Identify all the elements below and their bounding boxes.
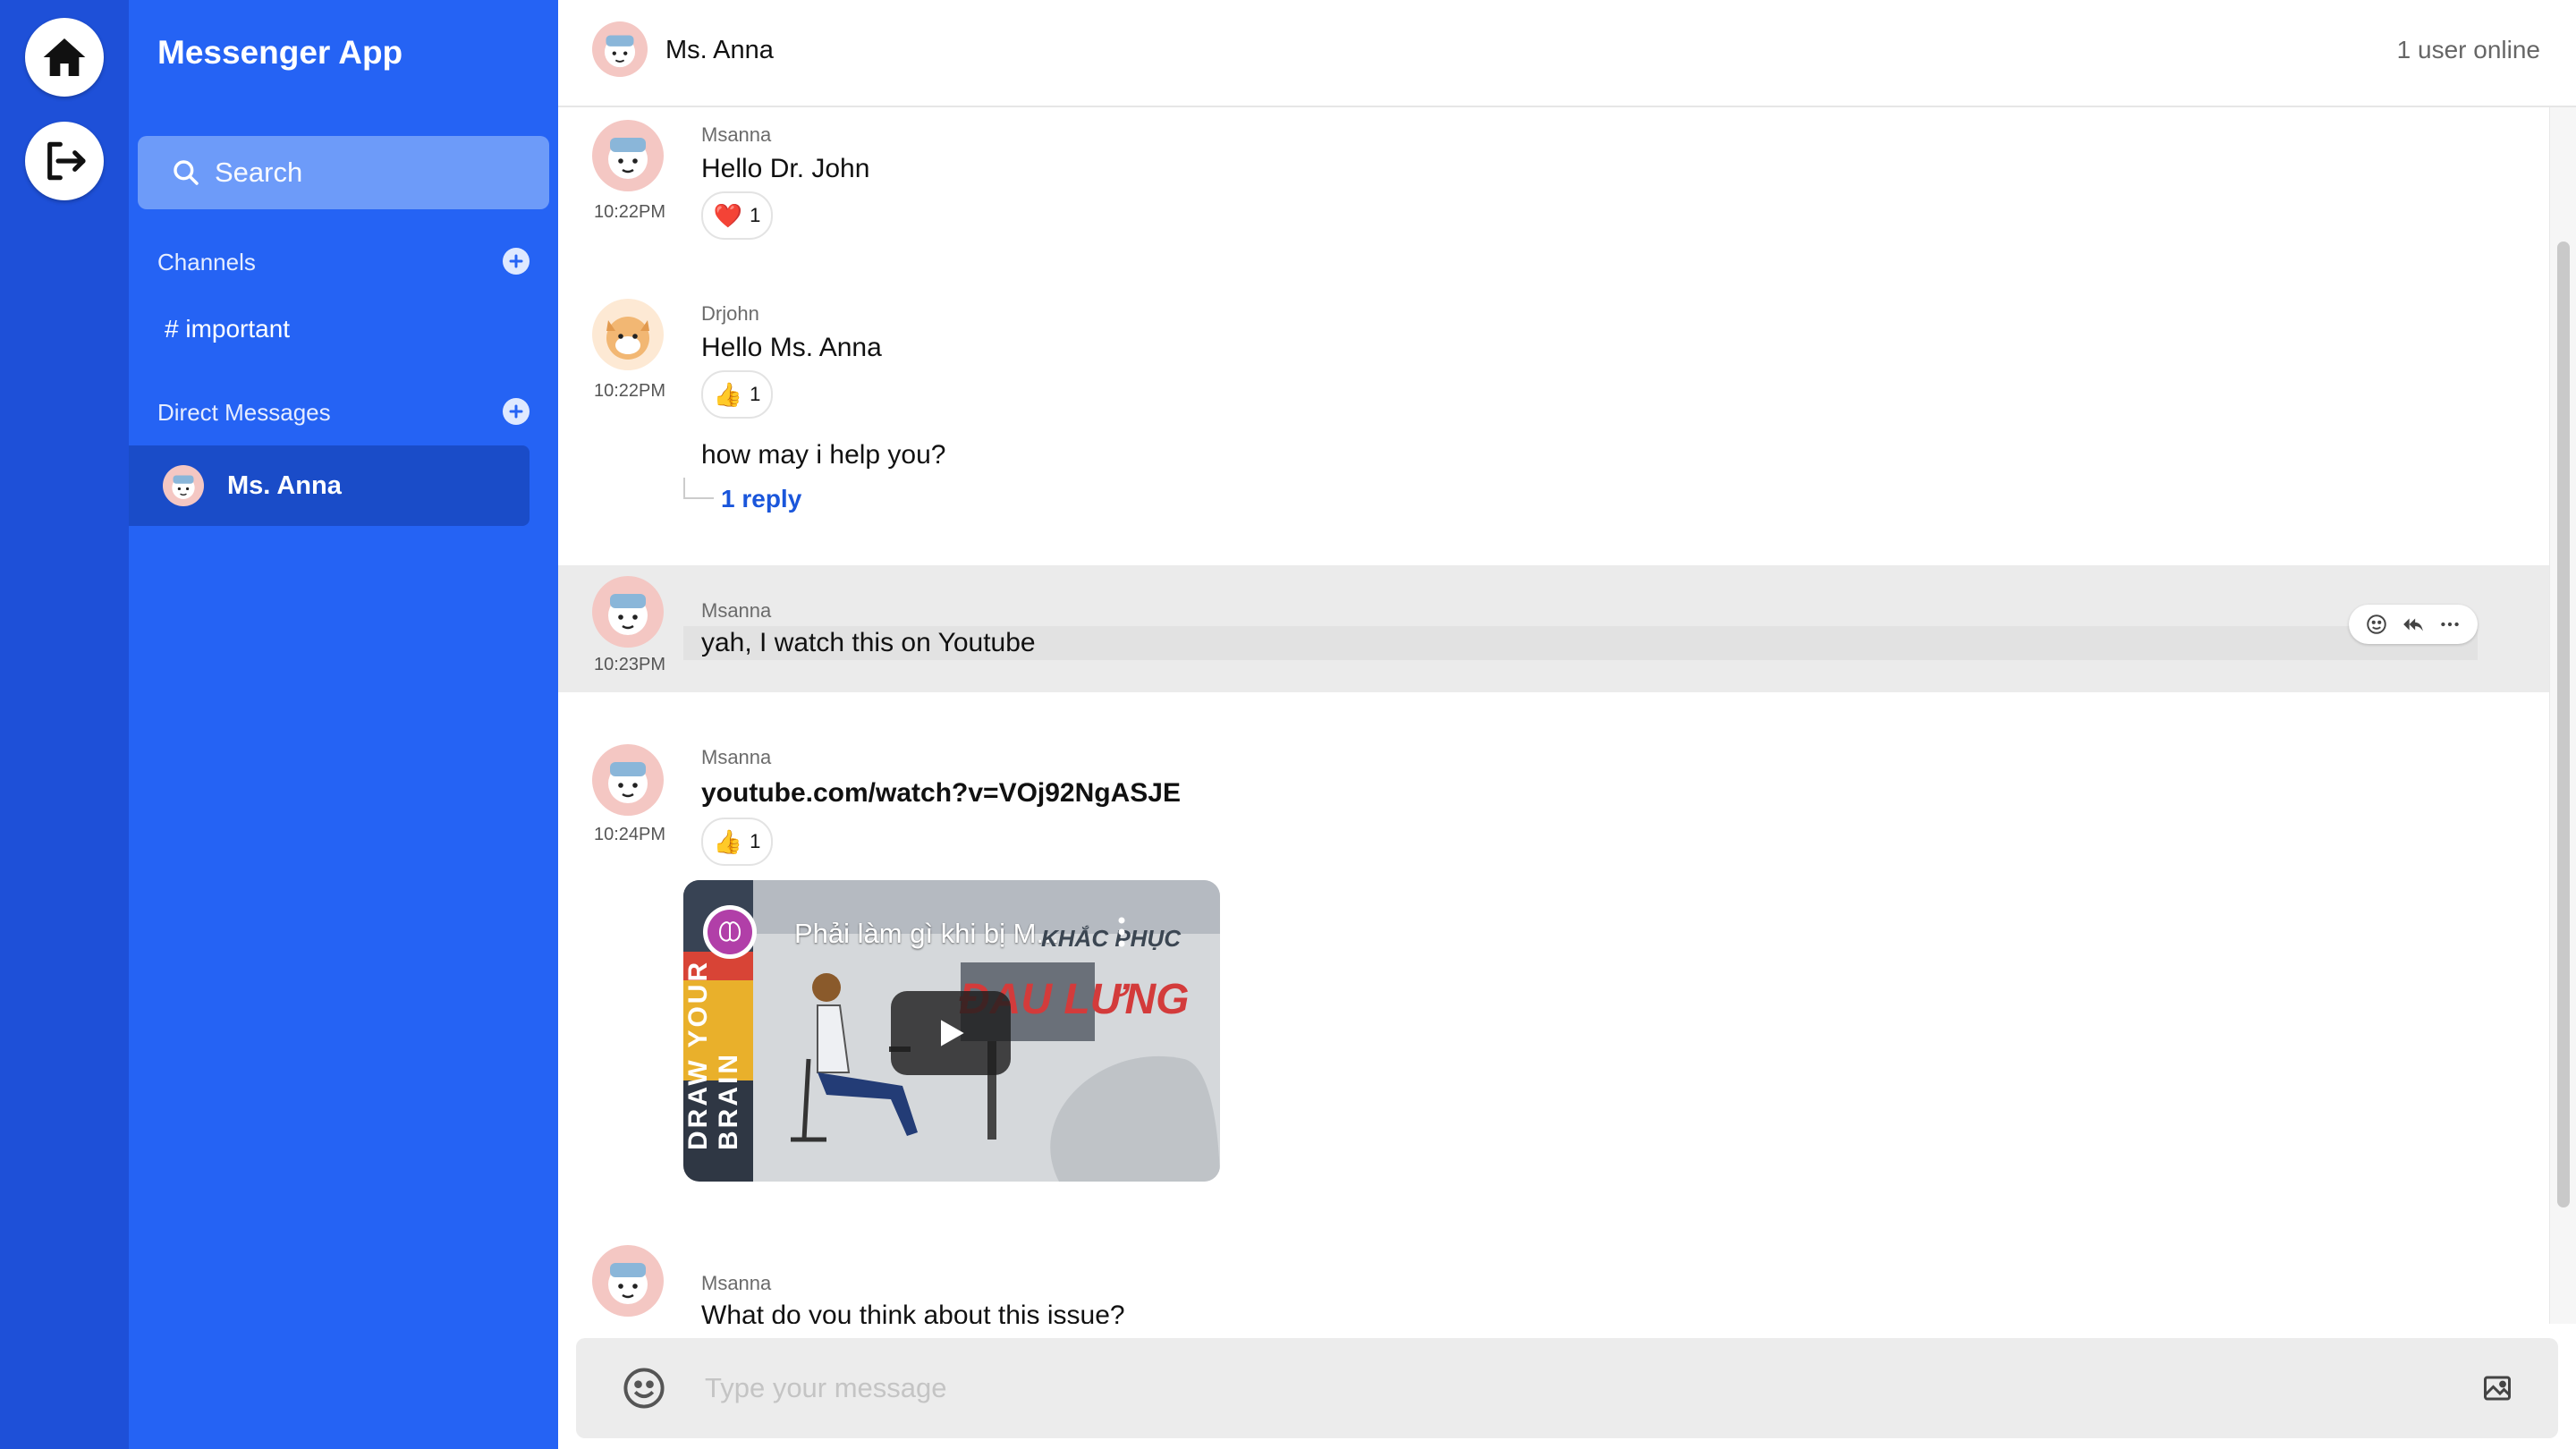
image-upload-icon[interactable] xyxy=(2481,1372,2513,1404)
logout-icon xyxy=(47,141,86,181)
add-dm-button[interactable] xyxy=(503,398,530,425)
message-input[interactable] xyxy=(703,1371,2406,1405)
message-text: how may i help you? xyxy=(701,440,946,470)
channel-item-important[interactable]: # important xyxy=(165,315,290,343)
message-author: Drjohn xyxy=(701,302,759,325)
avatar xyxy=(592,299,664,370)
message-time: 10:23PM xyxy=(594,655,666,674)
online-status: 1 user online xyxy=(2396,36,2540,64)
reaction-count: 1 xyxy=(750,830,761,852)
message-composer xyxy=(576,1338,2558,1438)
more-options-icon[interactable] xyxy=(2438,613,2462,636)
avatar xyxy=(592,120,664,191)
dm-item-label: Ms. Anna xyxy=(227,470,342,500)
thread-replies-link[interactable]: 1 reply xyxy=(721,485,801,513)
logout-button[interactable] xyxy=(25,122,104,200)
reaction-badge[interactable]: 👍 1 xyxy=(701,818,773,866)
scrollbar[interactable] xyxy=(2549,107,2576,1324)
left-rail xyxy=(0,0,129,1449)
plus-icon xyxy=(509,254,523,268)
thread-line xyxy=(683,478,714,499)
thumbs-up-icon: 👍 xyxy=(713,827,743,855)
chat-panel: Ms. Anna 1 user online 10:22PM Msanna He… xyxy=(558,0,2576,1449)
dm-item-ms-anna[interactable]: Ms. Anna xyxy=(129,445,530,526)
add-reaction-icon[interactable] xyxy=(2365,613,2388,636)
message-text: What do you think about this issue? xyxy=(701,1301,1125,1324)
message-actions-toolbar xyxy=(2349,605,2478,644)
message-text: Hello Ms. Anna xyxy=(701,333,882,362)
channels-label: Channels xyxy=(157,249,256,275)
reaction-badge[interactable]: 👍 1 xyxy=(701,370,773,419)
avatar xyxy=(592,576,664,648)
avatar xyxy=(163,465,204,506)
reaction-count: 1 xyxy=(750,204,761,226)
reply-all-icon[interactable] xyxy=(2402,613,2425,636)
emoji-icon[interactable] xyxy=(621,1365,667,1411)
video-side-text: DRAW YOUR BRAIN xyxy=(683,959,743,1150)
search-icon xyxy=(174,160,199,185)
message-list[interactable]: 10:22PM Msanna Hello Dr. John ❤️ 1 10:22… xyxy=(558,107,2549,1324)
message-author: Msanna xyxy=(701,1272,772,1294)
video-overlay-subtitle: KHẮC PHỤC xyxy=(1041,925,1181,952)
play-button[interactable] xyxy=(891,991,1011,1075)
video-embed[interactable]: Phải làm gì khi bị M... KHẮC PHỤC ĐAU LƯ… xyxy=(683,880,1220,1182)
plus-icon xyxy=(509,404,523,419)
more-vertical-icon[interactable] xyxy=(1117,916,1126,948)
chat-header: Ms. Anna 1 user online xyxy=(558,0,2576,107)
message-time: 10:24PM xyxy=(594,825,666,844)
message-author: Msanna xyxy=(701,746,772,768)
reaction-badge[interactable]: ❤️ 1 xyxy=(701,191,773,240)
sidebar: Messenger App Search Channels # importan… xyxy=(129,0,558,1449)
direct-messages-label: Direct Messages xyxy=(157,399,331,426)
message-text: Hello Dr. John xyxy=(701,154,870,183)
message-author: Msanna xyxy=(701,123,772,146)
video-title: Phải làm gì khi bị M... xyxy=(794,918,1060,949)
avatar xyxy=(592,1245,664,1317)
search-placeholder: Search xyxy=(215,157,303,188)
message-time: 10:22PM xyxy=(594,202,666,222)
heart-icon: ❤️ xyxy=(713,201,743,229)
avatar xyxy=(592,21,648,77)
thumbs-up-icon: 👍 xyxy=(713,380,743,408)
home-icon xyxy=(43,38,86,76)
message-author: Msanna xyxy=(701,599,772,622)
reaction-count: 1 xyxy=(750,383,761,405)
app-title: Messenger App xyxy=(157,34,403,71)
play-icon xyxy=(941,1020,964,1046)
youtube-link[interactable]: youtube.com/watch?v=VOj92NgASJE xyxy=(701,778,1181,809)
conversation-title: Ms. Anna xyxy=(665,36,774,64)
message-time: 10:22PM xyxy=(594,381,666,401)
home-button[interactable] xyxy=(25,18,104,97)
avatar xyxy=(592,744,664,816)
search-box[interactable]: Search xyxy=(138,136,549,209)
message-text: yah, I watch this on Youtube xyxy=(701,628,1036,657)
add-channel-button[interactable] xyxy=(503,248,530,275)
scrollbar-thumb[interactable] xyxy=(2557,242,2570,1208)
